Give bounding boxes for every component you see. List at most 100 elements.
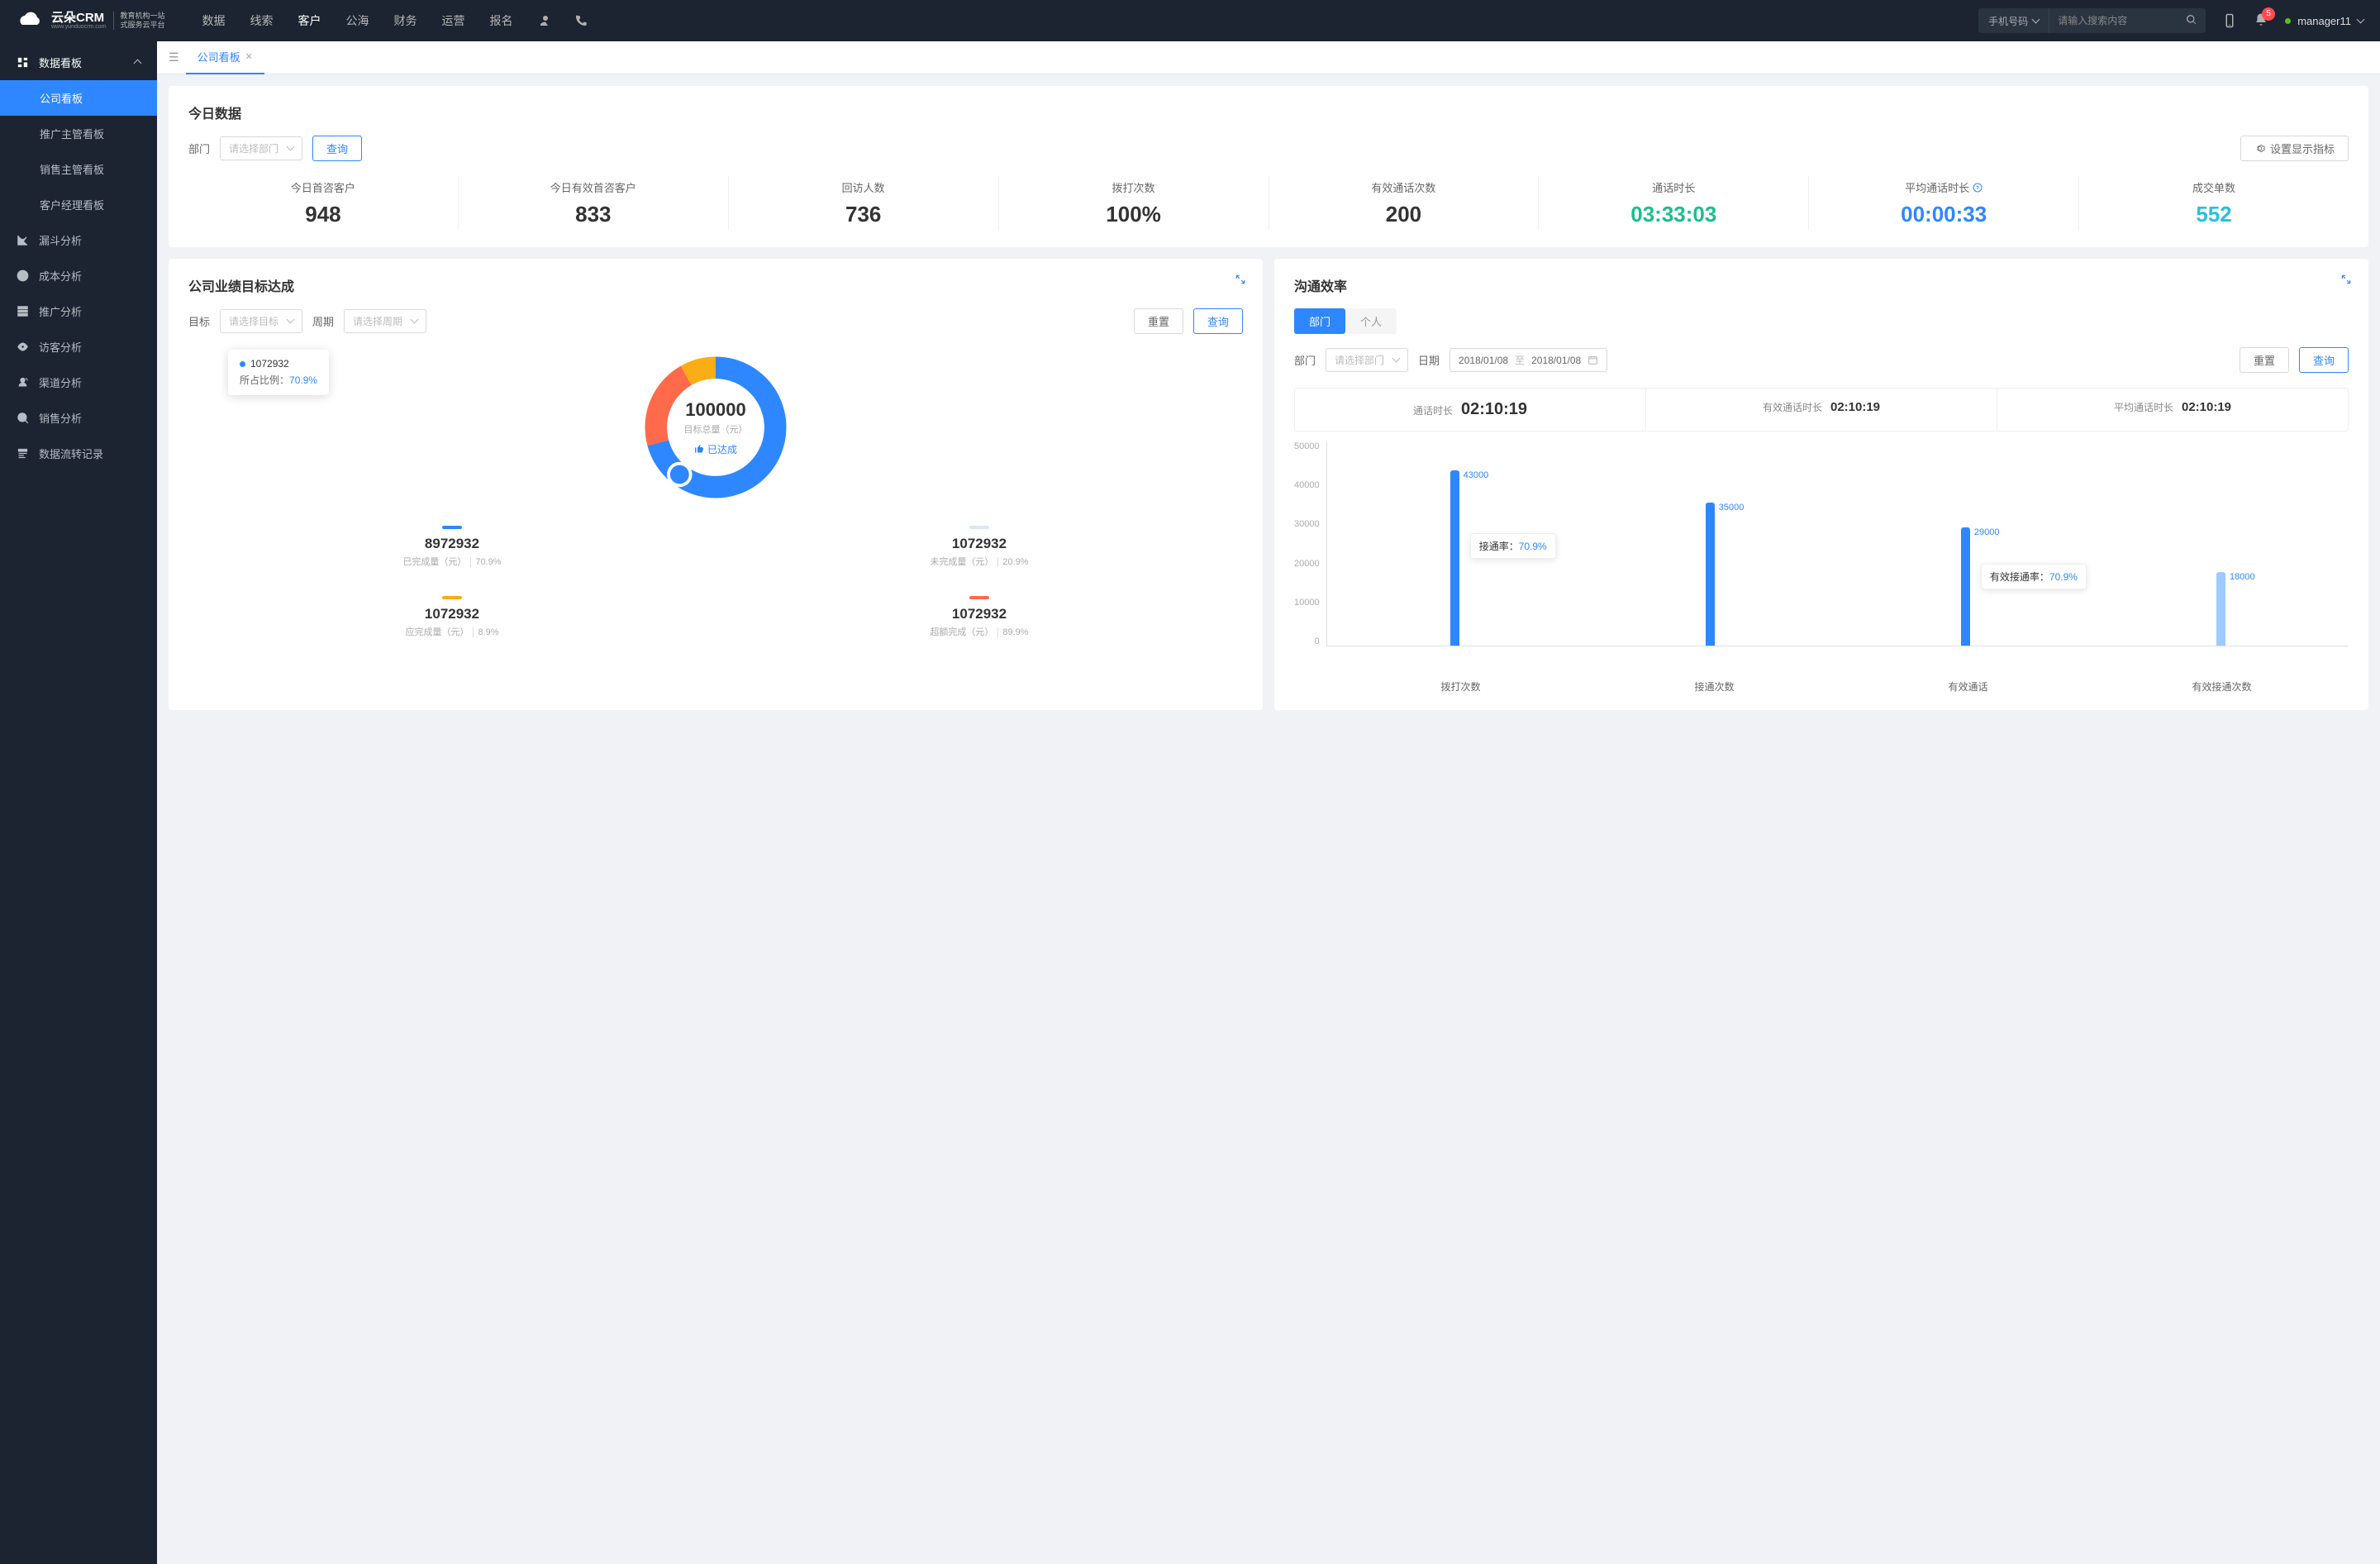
close-icon[interactable]: ✕ bbox=[245, 51, 253, 62]
phone-icon[interactable] bbox=[574, 13, 588, 28]
search-icon bbox=[2186, 14, 2197, 26]
sidebar-item[interactable]: 渠道分析 bbox=[0, 365, 157, 400]
top-nav: 数据 线索 客户 公海 财务 运营 报名 bbox=[202, 12, 513, 29]
user-name: manager11 bbox=[2297, 15, 2351, 27]
dept-label: 部门 bbox=[1294, 352, 1316, 368]
sidebar: 数据看板 公司看板推广主管看板销售主管看板客户经理看板 漏斗分析成本分析推广分析… bbox=[0, 41, 157, 1564]
x-label: 有效通话 bbox=[1841, 679, 2095, 694]
dashboard-icon bbox=[17, 56, 29, 69]
logo[interactable]: 云朵CRM www.yunduocrm.com 教育机构一站式服务云平台 bbox=[17, 10, 165, 31]
metric: 成交单数552 bbox=[2079, 176, 2349, 231]
comm-title: 沟通效率 bbox=[1294, 275, 2349, 295]
bar-chart: 50000400003000020000100000 接通率：70.9% 有效接… bbox=[1294, 441, 2349, 673]
comm-card: 沟通效率 部门 个人 部门 请选择部门 日期 2018/01/08至2018/0… bbox=[1274, 259, 2368, 710]
date-label: 日期 bbox=[1418, 352, 1440, 368]
stat: 有效通话时长02:10:19 bbox=[1646, 389, 1997, 431]
sidebar-item[interactable]: 成本分析 bbox=[0, 258, 157, 293]
nav-item[interactable]: 财务 bbox=[394, 12, 417, 29]
period-label: 周期 bbox=[312, 313, 334, 329]
nav-item[interactable]: 公海 bbox=[346, 12, 369, 29]
sidebar-subitem[interactable]: 销售主管看板 bbox=[0, 151, 157, 187]
calendar-icon bbox=[1587, 355, 1598, 365]
logo-text: 云朵CRM bbox=[51, 12, 107, 24]
metric: 拨打次数100% bbox=[999, 176, 1269, 231]
pie-center-value: 100000 bbox=[685, 399, 745, 421]
dept-select[interactable]: 请选择部门 bbox=[1326, 348, 1408, 372]
metric: 今日有效首咨客户833 bbox=[459, 176, 729, 231]
expand-icon[interactable] bbox=[1235, 274, 1246, 285]
menu-icon bbox=[17, 341, 29, 353]
date-range-picker[interactable]: 2018/01/08至2018/01/08 bbox=[1449, 348, 1607, 372]
stat: 通话时长02:10:19 bbox=[1295, 389, 1646, 431]
nav-item[interactable]: 客户 bbox=[298, 12, 321, 29]
today-card: 今日数据 部门 请选择部门 查询 设置显示指标 今日首咨客户948今日有效首咨客… bbox=[169, 86, 2368, 247]
pie-status: 已达成 bbox=[694, 442, 737, 456]
status-dot bbox=[2285, 18, 2291, 24]
stat: 平均通话时长02:10:19 bbox=[1997, 389, 2348, 431]
query-button[interactable]: 查询 bbox=[1193, 308, 1243, 334]
legend-item: 1072932应完成量（元）8.9% bbox=[188, 588, 716, 646]
x-label: 拨打次数 bbox=[1334, 679, 1587, 694]
sidebar-group-data-panel[interactable]: 数据看板 bbox=[0, 45, 157, 80]
legend-item: 1072932未完成量（元）20.9% bbox=[716, 517, 1243, 576]
logo-url: www.yunduocrm.com bbox=[51, 24, 107, 30]
target-select[interactable]: 请选择目标 bbox=[220, 309, 302, 333]
sidebar-item[interactable]: 销售分析 bbox=[0, 400, 157, 436]
legend-item: 1072932超额完成（元）89.9% bbox=[716, 588, 1243, 646]
nav-item[interactable]: 线索 bbox=[250, 12, 274, 29]
sidebar-subitem[interactable]: 公司看板 bbox=[0, 80, 157, 116]
menu-icon bbox=[17, 376, 29, 389]
menu-icon bbox=[17, 305, 29, 317]
nav-item[interactable]: 运营 bbox=[442, 12, 465, 29]
dept-label: 部门 bbox=[188, 141, 210, 156]
search-button[interactable] bbox=[2178, 14, 2206, 28]
bar-group: 43000 bbox=[1327, 441, 1583, 646]
notification-button[interactable]: 5 bbox=[2254, 12, 2268, 30]
nav-item[interactable]: 数据 bbox=[202, 12, 226, 29]
gear-icon bbox=[2254, 143, 2265, 154]
search-box: 手机号码 bbox=[1978, 8, 2206, 33]
goal-title: 公司业绩目标达成 bbox=[188, 275, 1243, 295]
menu-icon bbox=[17, 447, 29, 460]
reset-button[interactable]: 重置 bbox=[2240, 347, 2289, 373]
logo-sub: 教育机构一站式服务云平台 bbox=[113, 12, 165, 30]
query-button[interactable]: 查询 bbox=[312, 136, 362, 161]
thumbs-up-icon bbox=[694, 444, 704, 454]
goal-card: 公司业绩目标达成 目标 请选择目标 周期 请选择周期 重置 查询 1072932 bbox=[169, 259, 1263, 710]
metric: 通话时长03:33:03 bbox=[1539, 176, 1809, 231]
search-input[interactable] bbox=[2049, 15, 2178, 26]
donut-chart: 100000 目标总量（元） 已达成 bbox=[637, 349, 794, 506]
notification-badge: 5 bbox=[2262, 7, 2275, 21]
metric: 平均通话时长00:00:33 bbox=[1809, 176, 2079, 231]
tab-dept[interactable]: 部门 bbox=[1294, 308, 1345, 334]
target-label: 目标 bbox=[188, 313, 210, 329]
page-tabs: ☰ 公司看板 ✕ bbox=[157, 41, 2380, 74]
expand-icon[interactable] bbox=[2340, 274, 2352, 285]
chevron-up-icon bbox=[134, 60, 142, 68]
sidebar-item[interactable]: 数据流转记录 bbox=[0, 436, 157, 471]
bar-group: 18000 bbox=[2093, 441, 2349, 646]
metric: 回访人数736 bbox=[729, 176, 999, 231]
sidebar-item[interactable]: 推广分析 bbox=[0, 293, 157, 329]
x-label: 接通次数 bbox=[1587, 679, 1841, 694]
mobile-icon[interactable] bbox=[2222, 13, 2237, 28]
search-category-select[interactable]: 手机号码 bbox=[1978, 8, 2049, 33]
chevron-down-icon bbox=[2357, 15, 2365, 23]
sidebar-item[interactable]: 漏斗分析 bbox=[0, 222, 157, 258]
hamburger-icon[interactable]: ☰ bbox=[169, 50, 179, 64]
reset-button[interactable]: 重置 bbox=[1134, 308, 1183, 334]
tab-personal[interactable]: 个人 bbox=[1345, 308, 1397, 334]
menu-icon bbox=[17, 412, 29, 424]
legend-item: 8972932已完成量（元）70.9% bbox=[188, 517, 716, 576]
user-menu[interactable]: manager11 bbox=[2285, 15, 2363, 27]
user-add-icon[interactable] bbox=[538, 13, 553, 28]
dept-select[interactable]: 请选择部门 bbox=[220, 136, 302, 160]
period-select[interactable]: 请选择周期 bbox=[344, 309, 426, 333]
sidebar-subitem[interactable]: 客户经理看板 bbox=[0, 187, 157, 222]
sidebar-item[interactable]: 访客分析 bbox=[0, 329, 157, 365]
sidebar-subitem[interactable]: 推广主管看板 bbox=[0, 116, 157, 151]
query-button[interactable]: 查询 bbox=[2299, 347, 2349, 373]
settings-button[interactable]: 设置显示指标 bbox=[2240, 136, 2349, 161]
tab-company-panel[interactable]: 公司看板 ✕ bbox=[186, 41, 264, 74]
nav-item[interactable]: 报名 bbox=[490, 12, 513, 29]
